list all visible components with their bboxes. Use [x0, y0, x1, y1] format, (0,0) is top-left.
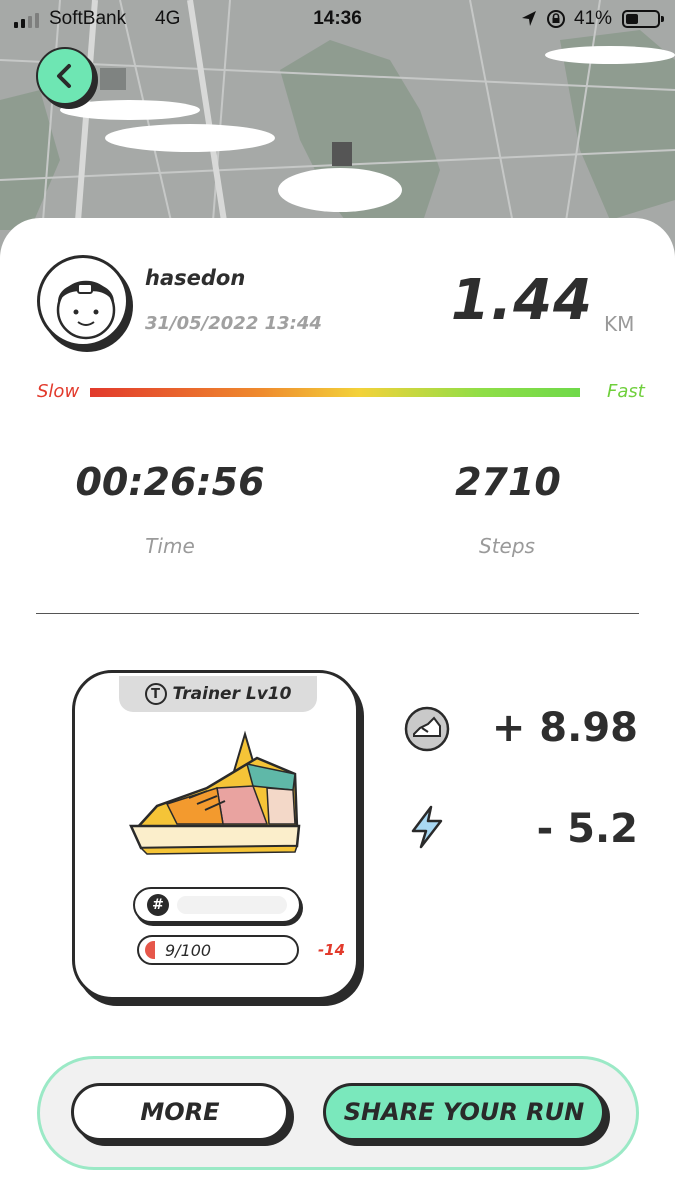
building-icon [332, 142, 352, 166]
gst-earned: + 8.98 [491, 705, 638, 751]
durability-level-bar [145, 941, 155, 959]
sneaker-id-pill: # [133, 887, 301, 923]
battery-icon [622, 10, 664, 28]
status-bar: SoftBank 4G 14:36 41% [0, 0, 675, 38]
steps-label: Steps [479, 534, 535, 558]
sneaker-id-redacted [177, 896, 287, 914]
durability-value: 9/100 [165, 940, 212, 960]
distance-unit: KM [604, 312, 635, 336]
speed-slow-label: Slow [37, 381, 80, 402]
sneaker-image [129, 730, 301, 855]
lightning-icon [411, 805, 443, 849]
distance-value: 1.44 [450, 268, 593, 333]
speed-gradient-bar [90, 388, 580, 397]
time-value: 00:26:56 [75, 460, 265, 504]
back-button[interactable] [36, 47, 94, 105]
trainer-type-icon: T [144, 683, 167, 705]
speed-fast-label: Fast [607, 381, 645, 402]
durability-pill: 9/100 [137, 935, 299, 965]
energy-spent: - 5.2 [536, 806, 638, 852]
avatar[interactable] [37, 255, 129, 347]
landmark-icon [100, 68, 126, 90]
section-divider [36, 613, 639, 614]
share-run-button[interactable]: SHARE YOUR RUN [323, 1083, 605, 1141]
more-button[interactable]: MORE [71, 1083, 289, 1141]
sneaker-card[interactable]: T Trainer Lv10 # 9/100 -14 [72, 670, 359, 1000]
sneaker-type-label: Trainer Lv10 [172, 684, 292, 704]
durability-change: -14 [318, 941, 346, 959]
sneaker-type-tab: T Trainer Lv10 [119, 676, 317, 712]
sneaker-coin-icon [404, 706, 450, 752]
location-arrow-icon [522, 11, 536, 26]
chevron-left-icon [57, 64, 71, 88]
time-label: Time [145, 534, 195, 558]
battery-percent: 41% [574, 8, 613, 29]
username: hasedon [145, 266, 246, 290]
rotation-lock-icon [547, 10, 565, 28]
steps-value: 2710 [455, 460, 561, 504]
hash-icon: # [147, 894, 169, 916]
run-datetime: 31/05/2022 13:44 [145, 313, 322, 334]
